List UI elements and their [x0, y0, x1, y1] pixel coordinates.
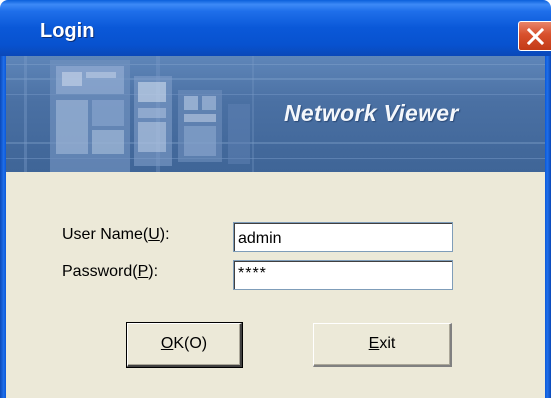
- window-frame-right: [545, 56, 551, 398]
- banner-title: Network Viewer: [284, 100, 459, 126]
- close-icon: [527, 28, 544, 45]
- username-label-prefix: User Name(: [62, 226, 149, 243]
- ok-button[interactable]: OK(O): [127, 323, 242, 367]
- login-form: User Name(U): Password(P): **** OK(O) Ex…: [6, 172, 545, 398]
- password-label-prefix: Password(: [62, 263, 138, 280]
- title-bar[interactable]: Login: [0, 0, 551, 56]
- exit-button-label: xit: [379, 335, 396, 352]
- ok-button-mnemonic: O: [160, 335, 174, 352]
- window-title: Login: [40, 20, 95, 42]
- password-input[interactable]: ****: [233, 260, 453, 290]
- exit-button-mnemonic: E: [368, 335, 380, 352]
- close-button[interactable]: [518, 21, 551, 51]
- password-label: Password(P):: [62, 263, 158, 281]
- password-label-mnemonic: P: [137, 263, 149, 280]
- banner-graphic: [6, 56, 545, 172]
- banner: Network Viewer: [6, 56, 545, 172]
- exit-button[interactable]: Exit: [313, 323, 452, 367]
- username-label-mnemonic: U: [148, 226, 160, 243]
- username-label-suffix: ):: [159, 226, 170, 243]
- login-window: Login Network Viewer User Name(U): admin…: [0, 0, 551, 398]
- username-input[interactable]: [233, 222, 453, 252]
- username-label: User Name(U):: [62, 226, 170, 244]
- ok-button-label: K(O): [173, 335, 208, 352]
- password-label-suffix: ):: [148, 263, 159, 280]
